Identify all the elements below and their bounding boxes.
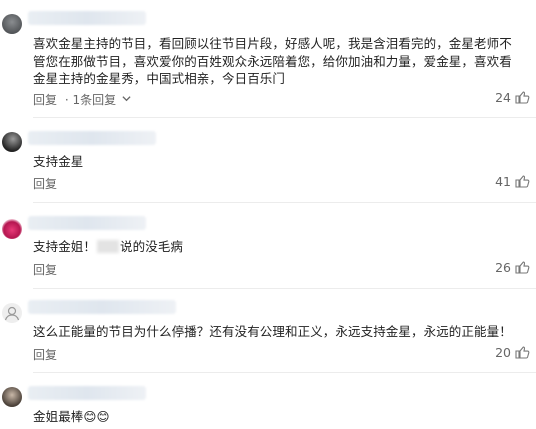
comment-actions: 回复 · 1条回复: [33, 91, 131, 108]
reply-button[interactable]: 回复: [33, 348, 57, 362]
comment-text: 这么正能量的节目为什么停播？还有没有公理和正义，永远支持金星，永远的正能量！: [33, 324, 512, 339]
thumbs-up-icon: [515, 91, 530, 104]
comment-text-part: 说的没毛病: [120, 239, 184, 254]
thumbs-up-icon: [515, 175, 530, 188]
like-count: 41: [495, 173, 511, 189]
comment-item: 喜欢金星主持的节目，看回顾以往节目片段，好感人呢，我是含泪看完的，金星老师不管您…: [0, 0, 536, 118]
comment-actions: 回复: [33, 175, 57, 192]
default-user-icon: [4, 306, 20, 321]
thumbs-up-icon: [515, 346, 530, 359]
like-button[interactable]: 24: [495, 89, 530, 105]
comment-text: 喜欢金星主持的节目，看回顾以往节目片段，好感人呢，我是含泪看完的，金星老师不管您…: [33, 36, 512, 86]
comment-text: 支持金星: [33, 154, 84, 169]
like-count: 24: [495, 89, 511, 105]
comment-text: 金姐最棒😊😊: [33, 409, 110, 424]
reply-button[interactable]: 回复: [33, 93, 57, 107]
username-redacted: [28, 300, 176, 314]
reply-button[interactable]: 回复: [33, 263, 57, 277]
comment-item: 支持金星 回复 41: [0, 118, 536, 203]
comment-text-part: 支持金姐！: [33, 239, 97, 254]
comment-item: 支持金姐！ 说的没毛病 回复 26: [0, 203, 536, 289]
username-redacted: [28, 216, 146, 230]
comment-text: 支持金姐！ 说的没毛病: [33, 238, 523, 256]
avatar[interactable]: [2, 303, 22, 323]
username-redacted: [28, 131, 156, 145]
avatar[interactable]: [2, 387, 22, 407]
thumbs-up-icon: [515, 261, 530, 274]
reply-count: · 1条回复: [64, 93, 117, 107]
chevron-down-icon: [122, 96, 131, 102]
comment-actions: 回复: [33, 261, 57, 278]
redacted-mention: [97, 240, 120, 253]
like-count: 26: [495, 259, 511, 275]
reply-button[interactable]: 回复: [33, 177, 57, 191]
username-redacted: [28, 386, 146, 400]
avatar[interactable]: [2, 14, 22, 34]
comment-actions: 回复: [33, 346, 57, 363]
reply-count-link[interactable]: · 1条回复: [65, 93, 131, 107]
like-button[interactable]: 41: [495, 173, 530, 189]
like-button[interactable]: 20: [495, 344, 530, 360]
username-redacted: [28, 11, 146, 25]
avatar[interactable]: [2, 132, 22, 152]
avatar[interactable]: [2, 219, 22, 239]
like-button[interactable]: 26: [495, 259, 530, 275]
like-count: 20: [495, 344, 511, 360]
comment-item: 金姐最棒😊😊: [0, 373, 536, 429]
comment-item: 这么正能量的节目为什么停播？还有没有公理和正义，永远支持金星，永远的正能量！ 回…: [0, 289, 536, 373]
